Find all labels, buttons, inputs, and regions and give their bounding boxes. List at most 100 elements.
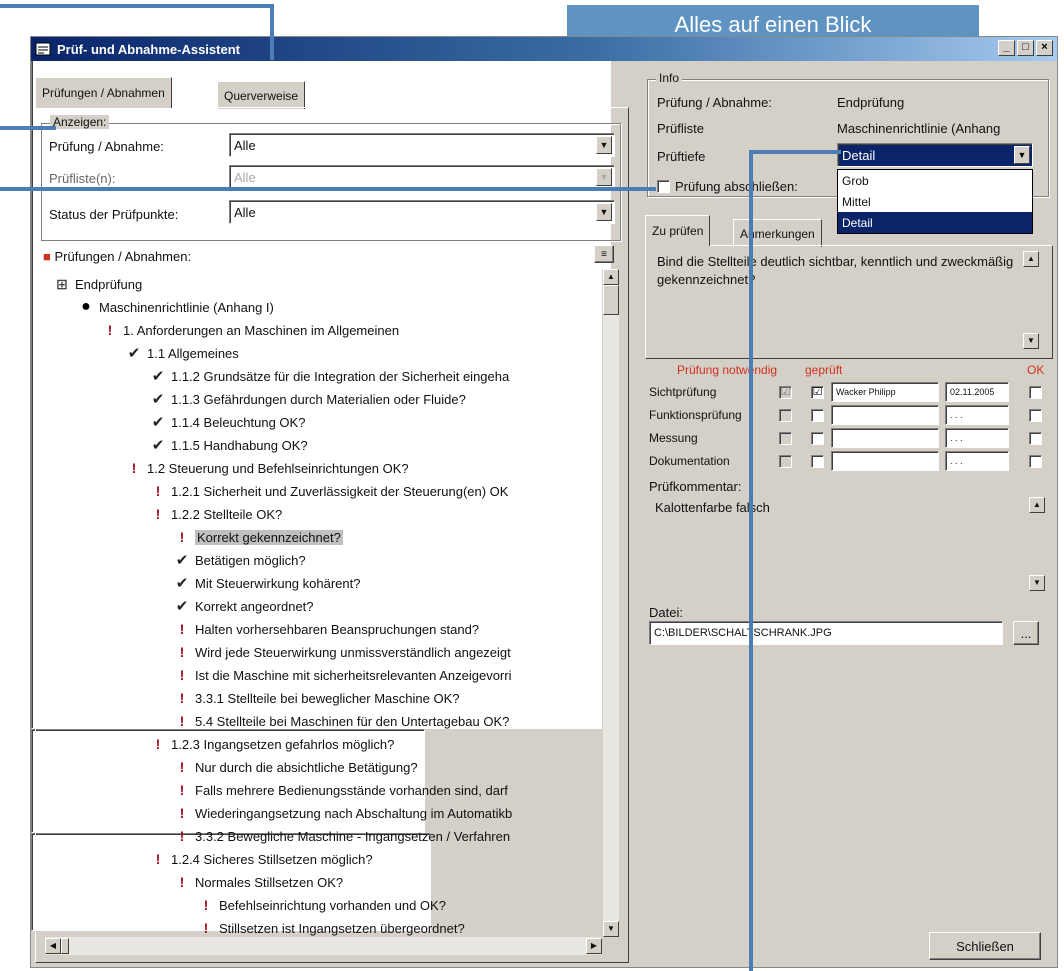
- tree-item[interactable]: ! 1.2.2 Stellteile OK?: [149, 503, 283, 525]
- scroll-down-icon[interactable]: ▼: [1023, 333, 1039, 349]
- scroll-thumb[interactable]: [603, 285, 619, 315]
- maximize-button[interactable]: □: [1017, 40, 1034, 56]
- ok-checkbox[interactable]: [1029, 455, 1042, 468]
- scroll-down-icon[interactable]: ▼: [603, 921, 619, 937]
- tree-item[interactable]: ⊞ Endprüfung: [53, 273, 142, 295]
- tree-item[interactable]: ! 1.2.3 Ingangsetzen gefahrlos möglich?: [149, 733, 395, 755]
- scroll-down-icon[interactable]: ▼: [1029, 575, 1045, 591]
- question-text: Bind die Stellteile deutlich sichtbar, k…: [657, 254, 1014, 287]
- ok-checkbox[interactable]: [1029, 386, 1042, 399]
- tree-item[interactable]: ! 1.2.1 Sicherheit und Zuverlässigkeit de…: [149, 480, 509, 502]
- notwendig-checkbox[interactable]: [779, 455, 792, 468]
- browse-button[interactable]: ...: [1013, 621, 1039, 645]
- status-select[interactable]: Alle ▼: [229, 200, 615, 224]
- pruefliste-select[interactable]: Alle ▼: [229, 165, 615, 189]
- tree-item[interactable]: ! Wiederingangsetzung nach Abschaltung im…: [173, 802, 513, 824]
- prueftiefe-option-grob[interactable]: Grob: [838, 170, 1032, 191]
- check-icon: ✔: [175, 598, 189, 615]
- tree-item[interactable]: ! Stillsetzen ist Ingangsetzen übergeordn…: [197, 917, 465, 939]
- warning-icon: !: [179, 667, 185, 683]
- tree-item[interactable]: ! Wird jede Steuerwirkung unmissverständl…: [173, 641, 511, 663]
- pruef-date-field[interactable]: . . .: [945, 405, 1009, 425]
- geprueft-checkbox[interactable]: [811, 455, 824, 468]
- chevron-down-icon: ▼: [596, 203, 612, 221]
- hscroll-thumb[interactable]: [61, 938, 69, 954]
- tree-item[interactable]: ! Befehlseinrichtung vorhanden und OK?: [197, 894, 446, 916]
- tree-item[interactable]: ! 1.2.4 Sicheres Stillsetzen möglich?: [149, 848, 373, 870]
- tree-item[interactable]: ! Ist die Maschine mit sicherheitsrelevan…: [173, 664, 512, 686]
- notwendig-checkbox[interactable]: [779, 432, 792, 445]
- prueftiefe-select[interactable]: Detail ▼: [837, 143, 1033, 167]
- tree-item[interactable]: ! 1.2 Steuerung und Befehlseinrichtungen …: [125, 457, 409, 479]
- tree-item-label: Betätigen möglich?: [195, 552, 306, 568]
- tree-item[interactable]: ✔ Mit Steuerwirkung kohärent?: [173, 572, 361, 594]
- check-icon: ✔: [175, 575, 189, 592]
- tree-item-label: Ist die Maschine mit sicherheitsrelevant…: [195, 667, 512, 683]
- geprueft-checkbox[interactable]: [811, 432, 824, 445]
- tree-header: ■ Prüfungen / Abnahmen:: [43, 249, 191, 264]
- pruefer-name-field[interactable]: [831, 451, 939, 471]
- tree-item-label: 3.3.2 Bewegliche Maschine - Ingangsetzen…: [195, 828, 511, 844]
- warning-icon: !: [155, 851, 161, 867]
- tree-horizontal-scrollbar[interactable]: ◀ ▶: [45, 937, 602, 955]
- tree-item[interactable]: ! 3.3.2 Bewegliche Maschine - Ingangsetze…: [173, 825, 510, 847]
- scroll-right-icon[interactable]: ▶: [586, 938, 602, 954]
- tree-options-button[interactable]: ≡: [594, 245, 614, 263]
- tab-pruefungen[interactable]: Prüfungen / Abnahmen: [35, 77, 172, 108]
- tree-item-label: 1.2.4 Sicheres Stillsetzen möglich?: [171, 851, 373, 867]
- tree-item[interactable]: ✔ Korrekt angeordnet?: [173, 595, 314, 617]
- scroll-up-icon[interactable]: ▲: [603, 269, 619, 285]
- pruefer-name-field[interactable]: Wacker Philipp: [831, 382, 939, 402]
- tree-item[interactable]: ✔ 1.1.3 Gefährdungen durch Materialien od…: [149, 388, 466, 410]
- status-select-value: Alle: [234, 204, 256, 220]
- geprueft-checkbox[interactable]: ☑: [811, 386, 824, 399]
- tree-item[interactable]: ! Halten vorhersehbaren Beanspruchungen s…: [173, 618, 479, 640]
- pruefer-name-field[interactable]: [831, 405, 939, 425]
- close-button[interactable]: Schließen: [929, 932, 1041, 960]
- tree-item[interactable]: ! 5.4 Stellteile bei Maschinen für den Un…: [173, 710, 510, 732]
- pruefer-name-field[interactable]: [831, 428, 939, 448]
- close-window-button[interactable]: ×: [1036, 40, 1053, 56]
- tree-item[interactable]: ! Falls mehrere Bedienungsstände vorhande…: [173, 779, 508, 801]
- tree-item[interactable]: ✔ 1.1.5 Handhabung OK?: [149, 434, 308, 456]
- tab-anmerkungen[interactable]: Anmerkungen: [733, 219, 822, 247]
- minimize-button[interactable]: _: [998, 40, 1015, 56]
- tree-item-label: 1.2.1 Sicherheit und Zuverlässigkeit der…: [171, 483, 509, 499]
- abschliessen-checkbox[interactable]: [657, 180, 670, 193]
- tree-item[interactable]: ● Maschinenrichtlinie (Anhang I): [77, 296, 274, 318]
- tree-item[interactable]: ✔ 1.1.4 Beleuchtung OK?: [149, 411, 306, 433]
- tree-item[interactable]: ✔ 1.1 Allgemeines: [125, 342, 239, 364]
- ok-checkbox[interactable]: [1029, 432, 1042, 445]
- required-marker-icon: ■: [43, 249, 51, 264]
- tree-item[interactable]: ✔ 1.1.2 Grundsätze für die Integration de…: [149, 365, 510, 387]
- pruef-date-field[interactable]: . . .: [945, 451, 1009, 471]
- tree-item[interactable]: ✔ Betätigen möglich?: [173, 549, 306, 571]
- callout-line: [749, 150, 841, 154]
- scroll-up-icon[interactable]: ▲: [1029, 497, 1045, 513]
- tree-item[interactable]: ! Nur durch die absichtliche Betätigung?: [173, 756, 418, 778]
- tree-item[interactable]: ! Normales Stillsetzen OK?: [173, 871, 343, 893]
- tree-item[interactable]: ! 1. Anforderungen an Maschinen im Allgem…: [101, 319, 399, 341]
- pruef-date-field[interactable]: 02.11.2005: [945, 382, 1009, 402]
- callout-line: [270, 4, 274, 60]
- check-icon: ✔: [175, 552, 189, 569]
- warning-icon: !: [179, 805, 185, 821]
- tree-item[interactable]: ! 3.3.1 Stellteile bei beweglicher Maschi…: [173, 687, 460, 709]
- scroll-left-icon[interactable]: ◀: [45, 938, 61, 954]
- geprueft-checkbox[interactable]: [811, 409, 824, 422]
- tab-zu-pruefen[interactable]: Zu prüfen: [645, 215, 711, 246]
- prueftiefe-option-mittel[interactable]: Mittel: [838, 191, 1032, 212]
- notwendig-checkbox[interactable]: ☑: [779, 386, 792, 399]
- tab-querverweise[interactable]: Querverweise: [217, 81, 306, 109]
- tree-vertical-scrollbar[interactable]: ▲ ▼: [602, 269, 619, 937]
- tree-item-label: 1.1.2 Grundsätze für die Integration der…: [171, 368, 510, 384]
- tree-item-label: Normales Stillsetzen OK?: [195, 874, 344, 890]
- ok-checkbox[interactable]: [1029, 409, 1042, 422]
- prueftiefe-option-detail[interactable]: Detail: [838, 212, 1032, 233]
- datei-input[interactable]: C:\BILDER\SCHALTSCHRANK.JPG: [649, 621, 1003, 645]
- pruef-date-field[interactable]: . . .: [945, 428, 1009, 448]
- pruefung-select[interactable]: Alle ▼: [229, 133, 615, 157]
- tree-item[interactable]: ! Korrekt gekennzeichnet?: [173, 526, 343, 548]
- scroll-up-icon[interactable]: ▲: [1023, 251, 1039, 267]
- notwendig-checkbox[interactable]: [779, 409, 792, 422]
